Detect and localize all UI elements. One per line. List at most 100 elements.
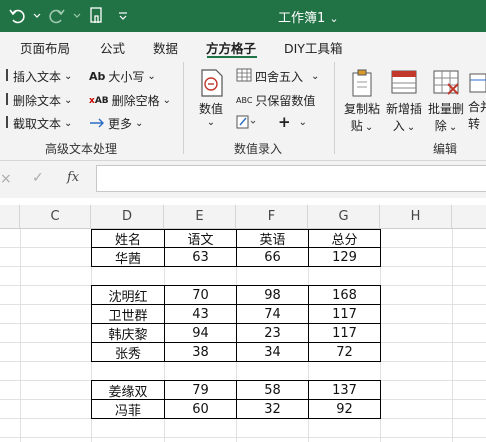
merge-button[interactable]: 合并 转 [468, 68, 486, 132]
copy-paste-button[interactable]: 复制粘 贴 ⌄ [342, 68, 382, 134]
cancel-icon[interactable]: × [0, 171, 12, 187]
table-cell[interactable]: 117 [308, 304, 381, 324]
table-cell[interactable]: 43 [164, 304, 237, 324]
table-cell[interactable]: 姜缘双 [91, 380, 165, 400]
table-cell[interactable]: 60 [164, 399, 237, 419]
tab-data[interactable]: 数据 [153, 38, 178, 57]
confirm-icon[interactable]: ✓ [32, 170, 44, 186]
workbook-name: 工作簿1 [278, 11, 326, 26]
table-cell[interactable]: 79 [164, 380, 237, 400]
window-title: 工作簿1 ⌄ [278, 7, 339, 26]
table-cell[interactable]: 72 [308, 342, 381, 362]
table-cell[interactable]: 韩庆黎 [91, 323, 165, 343]
tab-page-layout[interactable]: 页面布局 [20, 38, 70, 57]
edit-icon [236, 115, 258, 132]
table-cell[interactable]: 66 [236, 247, 309, 267]
insert-text-icon [4, 69, 10, 84]
table-cell[interactable]: 沈明红 [91, 285, 165, 305]
table-cell[interactable]: 63 [164, 247, 237, 267]
keep-numbers-icon: ABC [236, 96, 253, 105]
remove-spaces-icon: xAB [89, 95, 109, 106]
chevron-down-icon[interactable]: ⌄ [329, 12, 338, 25]
insert-icon [389, 68, 419, 98]
column-header-h[interactable]: H [380, 205, 452, 229]
table-cell[interactable]: 38 [164, 342, 237, 362]
round-button[interactable]: 四舍五入 ⌄ [236, 68, 319, 85]
plus-button[interactable]: + ⌄ [278, 113, 307, 131]
header-cell-name[interactable]: 姓名 [91, 229, 165, 248]
formula-input[interactable] [96, 165, 486, 192]
table-cell[interactable]: 华茜 [91, 247, 165, 267]
extract-text-icon [4, 116, 10, 131]
column-header-e[interactable]: E [164, 205, 236, 229]
column-header-f[interactable]: F [236, 205, 308, 229]
redo-icon[interactable] [46, 5, 68, 27]
table-cell[interactable]: 32 [236, 399, 309, 419]
chevron-down-icon: ⌄ [64, 118, 73, 129]
tab-formulas[interactable]: 公式 [100, 38, 125, 57]
header-cell-chinese[interactable]: 语文 [164, 229, 237, 248]
chevron-down-icon: ⌄ [448, 122, 458, 133]
round-icon [236, 68, 252, 85]
column-header-g[interactable]: G [308, 205, 380, 229]
insert-function-button[interactable]: fx [67, 170, 79, 185]
table-cell[interactable]: 117 [308, 323, 381, 343]
undo-dropdown-icon[interactable] [32, 5, 42, 27]
table-cell[interactable]: 129 [308, 247, 381, 267]
plus-icon: + [278, 113, 291, 131]
grid-line [452, 229, 453, 442]
column-header-partial[interactable] [0, 205, 20, 229]
delete-text-icon [4, 93, 10, 108]
table-cell[interactable]: 168 [308, 285, 381, 305]
keep-numbers-button[interactable]: ABC 只保留数值 [236, 92, 315, 109]
table-cell[interactable]: 张秀 [91, 342, 165, 362]
table-cell[interactable]: 92 [308, 399, 381, 419]
merge-icon [468, 68, 486, 98]
table-cell[interactable]: 94 [164, 323, 237, 343]
table-cell[interactable]: 98 [236, 285, 309, 305]
insert-rows-button[interactable]: 新增插 入 ⌄ [384, 68, 424, 134]
header-cell-english[interactable]: 英语 [236, 229, 309, 248]
table-cell[interactable]: 冯菲 [91, 399, 165, 419]
table-cell[interactable]: 137 [308, 380, 381, 400]
redo-dropdown-icon[interactable] [72, 5, 82, 27]
column-header-c[interactable]: C [20, 205, 91, 229]
edit-numbers-button[interactable] [236, 115, 261, 132]
quick-access-toolbar [6, 0, 138, 32]
grid-line [20, 229, 21, 442]
clipboard-icon [347, 68, 377, 98]
remove-spaces-button[interactable]: xAB 删除空格 ⌄ [89, 92, 171, 109]
header-cell-total[interactable]: 总分 [308, 229, 381, 248]
group-label-edit: 编辑 [433, 142, 458, 156]
table-cell[interactable]: 74 [236, 304, 309, 324]
tab-diy-toolbox[interactable]: DIY工具箱 [284, 38, 342, 57]
chevron-down-icon: ⌄ [64, 95, 73, 106]
delete-text-button[interactable]: 删除文本 ⌄ [4, 92, 72, 109]
table-cell[interactable]: 34 [236, 342, 309, 362]
customize-qat-icon[interactable] [112, 5, 134, 27]
case-button[interactable]: Ab 大小写 ⌄ [89, 68, 156, 85]
arrow-right-icon [89, 117, 105, 131]
extract-text-button[interactable]: 截取文本 ⌄ [4, 115, 72, 132]
table-cell[interactable]: 卫世群 [91, 304, 165, 324]
formula-bar: × ✓ fx [0, 161, 486, 198]
title-bar: 工作簿1 ⌄ [0, 0, 486, 32]
chevron-down-icon: ⌄ [64, 71, 73, 82]
column-header-i[interactable] [452, 205, 486, 229]
table-cell[interactable]: 23 [236, 323, 309, 343]
batch-delete-button[interactable]: 批量删 除 ⌄ [426, 68, 466, 134]
undo-icon[interactable] [6, 5, 28, 27]
group-divider [334, 62, 335, 154]
table-cell[interactable]: 58 [236, 380, 309, 400]
batch-delete-icon [431, 68, 461, 98]
table-cell[interactable]: 70 [164, 285, 237, 305]
tab-fangfang-gezi[interactable]: 方方格子 [206, 38, 256, 57]
column-header-d[interactable]: D [91, 205, 164, 229]
ribbon-tabs: 页面布局 公式 数据 方方格子 DIY工具箱 [0, 32, 486, 58]
numeric-button[interactable]: 数值 ⌄ [193, 68, 229, 128]
group-divider [183, 62, 184, 154]
insert-text-button[interactable]: 插入文本 ⌄ [4, 68, 72, 85]
more-button[interactable]: 更多 ⌄ [89, 115, 143, 132]
chevron-down-icon: ⌄ [311, 71, 320, 82]
touch-mode-icon[interactable] [86, 5, 108, 27]
